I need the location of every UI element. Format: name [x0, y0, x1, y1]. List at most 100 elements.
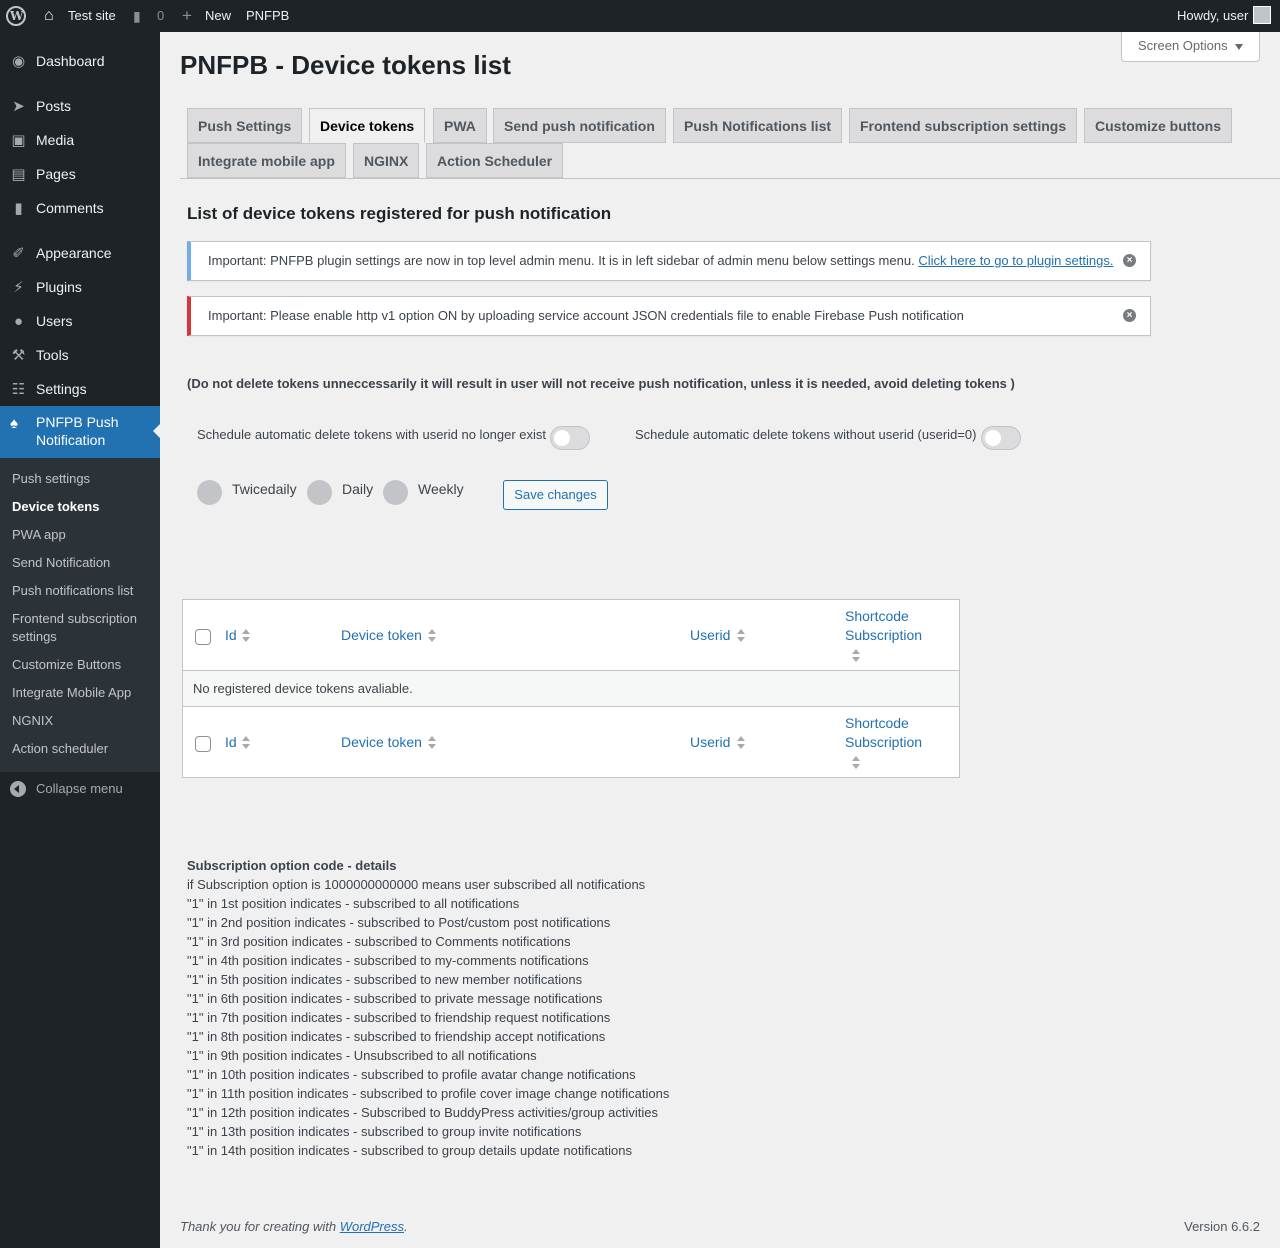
tab-action-scheduler[interactable]: Action Scheduler [426, 143, 564, 178]
submenu-push-settings[interactable]: Push settings [12, 470, 152, 488]
admin-sidebar: ◉ Dashboard ➤ Posts ▣ Media ▤ Pages ▮ Co… [0, 32, 161, 1248]
sidebar-item-label: Comments [36, 200, 104, 216]
tab-nginx[interactable]: NGINX [353, 143, 420, 178]
sidebar-item-pages[interactable]: ▤ Pages [0, 157, 160, 191]
sidebar-item-posts[interactable]: ➤ Posts [0, 89, 160, 123]
sort-icon[interactable] [852, 649, 860, 663]
sidebar-item-appearance[interactable]: ✐ Appearance [0, 236, 160, 270]
details-line: "1" in 12th position indicates - Subscri… [187, 1105, 658, 1120]
details-line: "1" in 5th position indicates - subscrib… [187, 972, 583, 987]
tab-send-push-notification[interactable]: Send push notification [493, 108, 666, 143]
pnfpb-link[interactable]: PNFPB [246, 0, 289, 32]
details-line: if Subscription option is 1000000000000 … [187, 877, 646, 892]
sort-icon[interactable] [428, 736, 436, 750]
screen-options-button[interactable]: Screen Options [1121, 32, 1260, 62]
submenu-pwa-app[interactable]: PWA app [12, 526, 152, 544]
column-id[interactable]: Id [225, 733, 237, 752]
wordpress-logo-icon[interactable] [6, 6, 26, 26]
footer-thanks: Thank you for creating with WordPress. [180, 1219, 408, 1234]
sidebar-item-dashboard[interactable]: ◉ Dashboard [0, 44, 160, 78]
media-icon: ▣ [11, 132, 26, 149]
details-line: "1" in 7th position indicates - subscrib… [187, 1010, 611, 1025]
footer-version: Version 6.6.2 [1184, 1219, 1260, 1234]
pin-icon: ➤ [12, 98, 25, 115]
plus-icon[interactable]: + [182, 0, 192, 32]
sort-icon[interactable] [428, 629, 436, 643]
details-line: "1" in 1st position indicates - subscrib… [187, 896, 520, 911]
sidebar-item-users[interactable]: ● Users [0, 304, 160, 338]
select-all-checkbox[interactable] [195, 629, 211, 645]
tab-pwa[interactable]: PWA [433, 108, 487, 143]
sidebar-item-tools[interactable]: ⚒ Tools [0, 338, 160, 372]
site-name-link[interactable]: Test site [68, 0, 116, 32]
submenu-ngnix[interactable]: NGNIX [12, 712, 152, 730]
sidebar-item-media[interactable]: ▣ Media [0, 123, 160, 157]
tab-push-notifications-list[interactable]: Push Notifications list [673, 108, 843, 143]
submenu-send-notification[interactable]: Send Notification [12, 554, 152, 572]
collapse-menu-button[interactable]: Collapse menu [0, 772, 160, 806]
sidebar-item-comments[interactable]: ▮ Comments [0, 191, 160, 225]
dismiss-icon[interactable]: × [1123, 309, 1136, 322]
tab-frontend-subscription-settings[interactable]: Frontend subscription settings [849, 108, 1078, 143]
tab-customize-buttons[interactable]: Customize buttons [1084, 108, 1232, 143]
radio-twicedaily[interactable] [197, 480, 222, 505]
collapse-menu-label: Collapse menu [36, 781, 123, 796]
new-link[interactable]: New [205, 0, 231, 32]
details-line: "1" in 2nd position indicates - subscrib… [187, 915, 611, 930]
details-line: "1" in 11th position indicates - subscri… [187, 1086, 670, 1101]
pages-icon: ▤ [11, 166, 26, 183]
details-line: "1" in 8th position indicates - subscrib… [187, 1029, 606, 1044]
howdy-user[interactable]: Howdy, user [1177, 0, 1248, 32]
sidebar-item-settings[interactable]: ☷ Settings [0, 372, 160, 406]
avatar[interactable] [1253, 6, 1271, 24]
toggle-delete-missing-userid[interactable] [550, 426, 590, 450]
toggle-delete-no-userid[interactable] [981, 426, 1021, 450]
column-userid[interactable]: Userid [690, 626, 730, 645]
sidebar-item-plugins[interactable]: ⚡ Plugins [0, 270, 160, 304]
tab-device-tokens[interactable]: Device tokens [309, 108, 426, 143]
error-notice-text: Important: Please enable http v1 option … [208, 308, 964, 323]
comments-count[interactable]: 0 [157, 0, 164, 32]
subscription-details: Subscription option code - details if Su… [187, 856, 669, 1160]
wordpress-link[interactable]: WordPress [340, 1219, 404, 1234]
dismiss-icon[interactable]: × [1123, 254, 1136, 267]
sort-icon[interactable] [242, 736, 250, 750]
submenu-integrate-mobile-app[interactable]: Integrate Mobile App [12, 684, 152, 702]
plugin-settings-link[interactable]: Click here to go to plugin settings. [918, 253, 1113, 268]
column-shortcode-subscription[interactable]: Shortcode Subscription [845, 714, 935, 752]
column-device-token[interactable]: Device token [341, 626, 422, 645]
bell-icon: ♠ [10, 415, 18, 432]
save-changes-button[interactable]: Save changes [503, 480, 608, 510]
radio-daily[interactable] [307, 480, 332, 505]
radio-label-daily: Daily [342, 481, 374, 497]
sidebar-item-label: Posts [36, 98, 72, 114]
details-line: "1" in 9th position indicates - Unsubscr… [187, 1048, 537, 1063]
submenu-action-scheduler[interactable]: Action scheduler [12, 740, 152, 758]
dashboard-icon: ◉ [11, 53, 26, 70]
footer-thanks-text: Thank you for creating with [180, 1219, 337, 1234]
collapse-icon [10, 781, 26, 797]
select-all-checkbox[interactable] [195, 736, 211, 752]
comments-icon[interactable]: ▮ [133, 0, 141, 32]
column-shortcode-subscription[interactable]: Shortcode Subscription [845, 607, 935, 645]
submenu-frontend-subscription[interactable]: Frontend subscription settings [12, 610, 152, 646]
tab-push-settings[interactable]: Push Settings [187, 108, 303, 143]
sort-icon[interactable] [737, 736, 745, 750]
details-line: "1" in 4th position indicates - subscrib… [187, 953, 589, 968]
sidebar-item-label: Plugins [36, 279, 82, 295]
tab-integrate-mobile-app[interactable]: Integrate mobile app [187, 143, 346, 178]
sort-icon[interactable] [852, 756, 860, 770]
sidebar-item-pnfpb[interactable]: ♠ PNFPB Push Notification [0, 406, 161, 458]
sidebar-item-label: Tools [36, 347, 69, 363]
sort-icon[interactable] [242, 629, 250, 643]
column-userid[interactable]: Userid [690, 733, 730, 752]
submenu-device-tokens[interactable]: Device tokens [12, 498, 152, 516]
radio-weekly[interactable] [383, 480, 408, 505]
sort-icon[interactable] [737, 629, 745, 643]
home-icon[interactable]: ⌂ [44, 0, 54, 32]
column-device-token[interactable]: Device token [341, 733, 422, 752]
info-notice-text: Important: PNFPB plugin settings are now… [208, 253, 915, 268]
submenu-customize-buttons[interactable]: Customize Buttons [12, 656, 152, 674]
submenu-push-notifications-list[interactable]: Push notifications list [12, 582, 152, 600]
column-id[interactable]: Id [225, 626, 237, 645]
